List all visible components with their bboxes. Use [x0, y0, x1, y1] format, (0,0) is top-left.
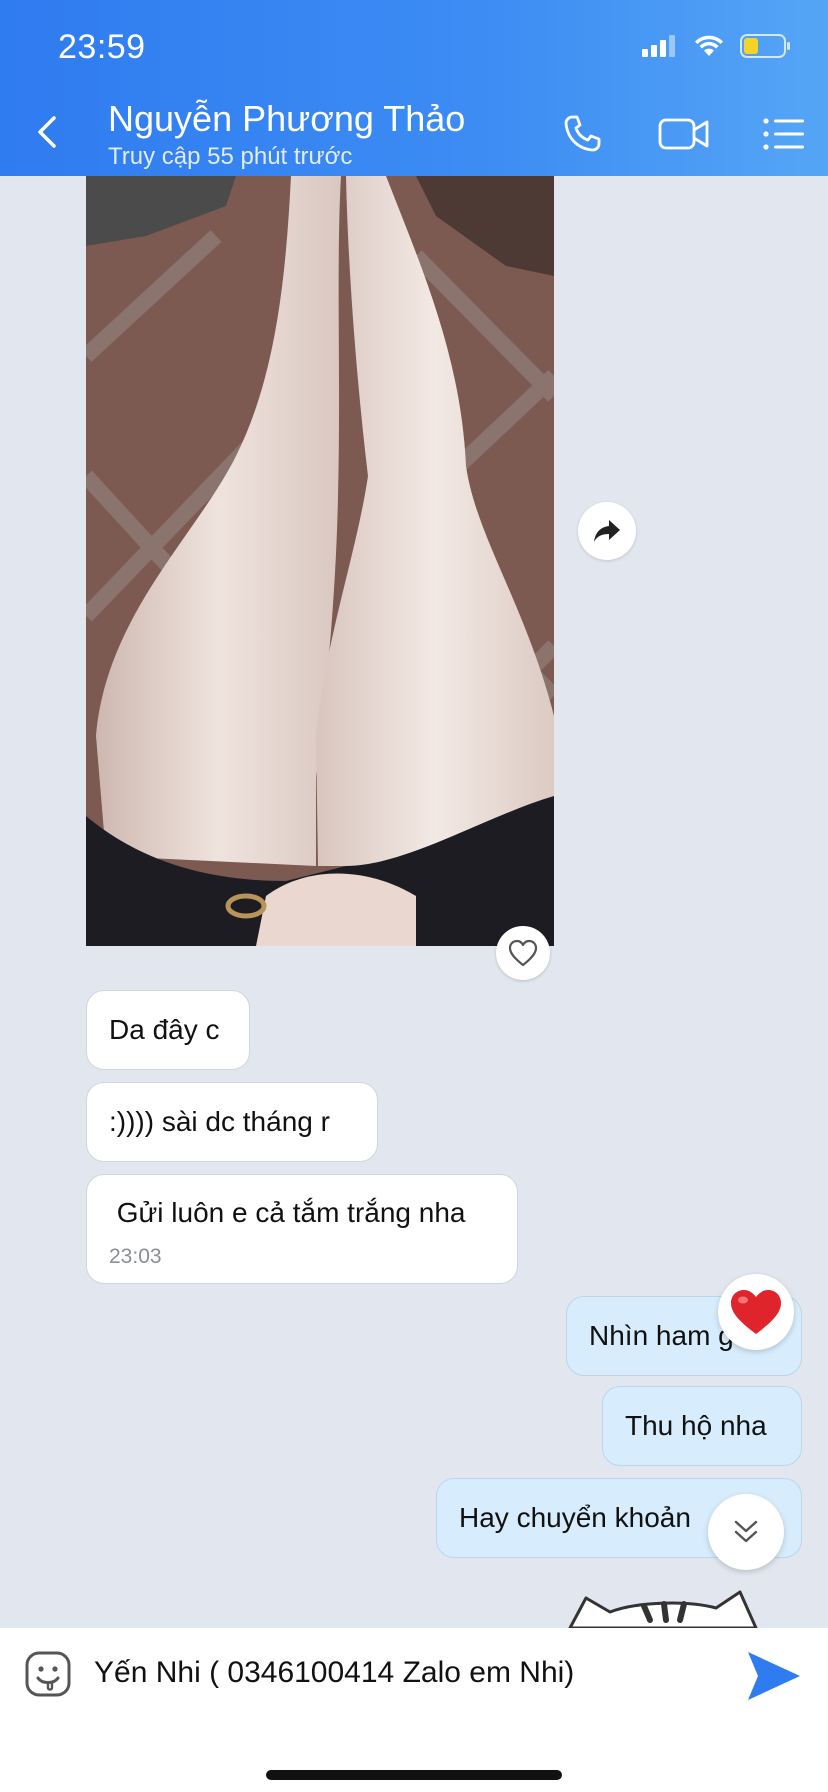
incoming-message[interactable]: Gửi luôn e cả tắm trắng nha 23:03 [86, 1174, 518, 1284]
call-button[interactable] [554, 110, 610, 158]
double-chevron-down-icon [734, 1520, 758, 1543]
video-call-button[interactable] [654, 110, 714, 158]
message-text: :)))) sài dc tháng r [109, 1106, 330, 1137]
menu-list-icon [763, 118, 804, 150]
send-button[interactable] [744, 1648, 804, 1704]
chat-menu-button[interactable] [756, 110, 812, 158]
heart-outline-icon [508, 939, 538, 967]
reaction-button[interactable] [718, 1274, 794, 1350]
last-seen-status: Truy cập 55 phút trước [108, 143, 353, 170]
image-message[interactable] [86, 176, 554, 946]
forward-icon [594, 520, 620, 542]
wifi-icon [695, 35, 723, 56]
forward-button[interactable] [578, 502, 636, 560]
status-icons [642, 34, 792, 58]
contact-name[interactable]: Nguyễn Phương Thảo [108, 98, 465, 140]
home-indicator [266, 1770, 562, 1780]
heart-reaction-icon [731, 1290, 781, 1334]
scroll-to-bottom-button[interactable] [708, 1494, 784, 1570]
video-call-icon [658, 118, 709, 150]
incoming-message[interactable]: :)))) sài dc tháng r [86, 1082, 378, 1162]
outgoing-message[interactable]: Thu hộ nha [602, 1386, 802, 1466]
chat-header: 23:59 Nguyễn Phương Thảo Truy cập 55 phú… [0, 0, 828, 176]
sticker-emoji-icon [25, 1651, 71, 1697]
message-text: Gửi luôn e cả tắm trắng nha [109, 1197, 466, 1228]
message-text: Hay chuyển khoản [459, 1502, 691, 1533]
photo-content [86, 176, 554, 946]
message-input[interactable]: Yến Nhi ( 0346100414 Zalo em Nhi) [94, 1656, 574, 1690]
cat-sticker[interactable] [566, 1588, 762, 1628]
message-text: Nhìn ham g [589, 1320, 734, 1351]
send-icon [748, 1652, 800, 1700]
signal-icon [642, 35, 675, 57]
incoming-message[interactable]: Da đây c [86, 990, 250, 1070]
back-button[interactable] [28, 108, 68, 156]
message-text: Thu hộ nha [625, 1410, 767, 1441]
message-time: 23:03 [109, 1245, 162, 1268]
status-time: 23:59 [58, 28, 146, 66]
emoji-button[interactable] [24, 1650, 72, 1698]
like-button[interactable] [496, 926, 550, 980]
back-icon [38, 116, 56, 148]
phone-icon [564, 115, 601, 152]
message-composer: Yến Nhi ( 0346100414 Zalo em Nhi) [0, 1628, 828, 1792]
cat-sticker-image [568, 1590, 758, 1628]
battery-icon [740, 34, 790, 58]
message-text: Da đây c [109, 1014, 220, 1045]
